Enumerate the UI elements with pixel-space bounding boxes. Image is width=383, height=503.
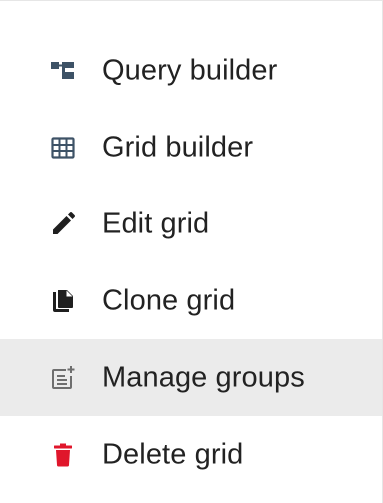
menu-item-label: Delete grid (102, 438, 244, 470)
menu-item-grid-builder[interactable]: Grid builder (0, 109, 382, 186)
menu-item-edit-grid[interactable]: Edit grid (0, 185, 382, 262)
grid-icon (49, 134, 77, 162)
clone-icon (49, 287, 77, 315)
menu-item-manage-groups[interactable]: Manage groups (0, 339, 382, 416)
trash-icon (49, 441, 77, 469)
context-menu: Query builder Grid builder Edit grid Clo… (0, 0, 383, 503)
menu-item-label: Clone grid (102, 284, 236, 316)
menu-item-delete-grid[interactable]: Delete grid (0, 416, 382, 493)
menu-item-query-builder[interactable]: Query builder (0, 32, 382, 109)
menu-item-label: Manage groups (102, 361, 305, 393)
menu-item-label: Edit grid (102, 207, 210, 239)
manage-groups-icon (49, 364, 77, 392)
pencil-icon (49, 210, 77, 238)
menu-item-label: Query builder (102, 54, 278, 86)
menu-top-border (0, 0, 383, 1)
menu-item-clone-grid[interactable]: Clone grid (0, 262, 382, 339)
menu-item-label: Grid builder (102, 131, 254, 163)
query-builder-icon (49, 57, 77, 85)
